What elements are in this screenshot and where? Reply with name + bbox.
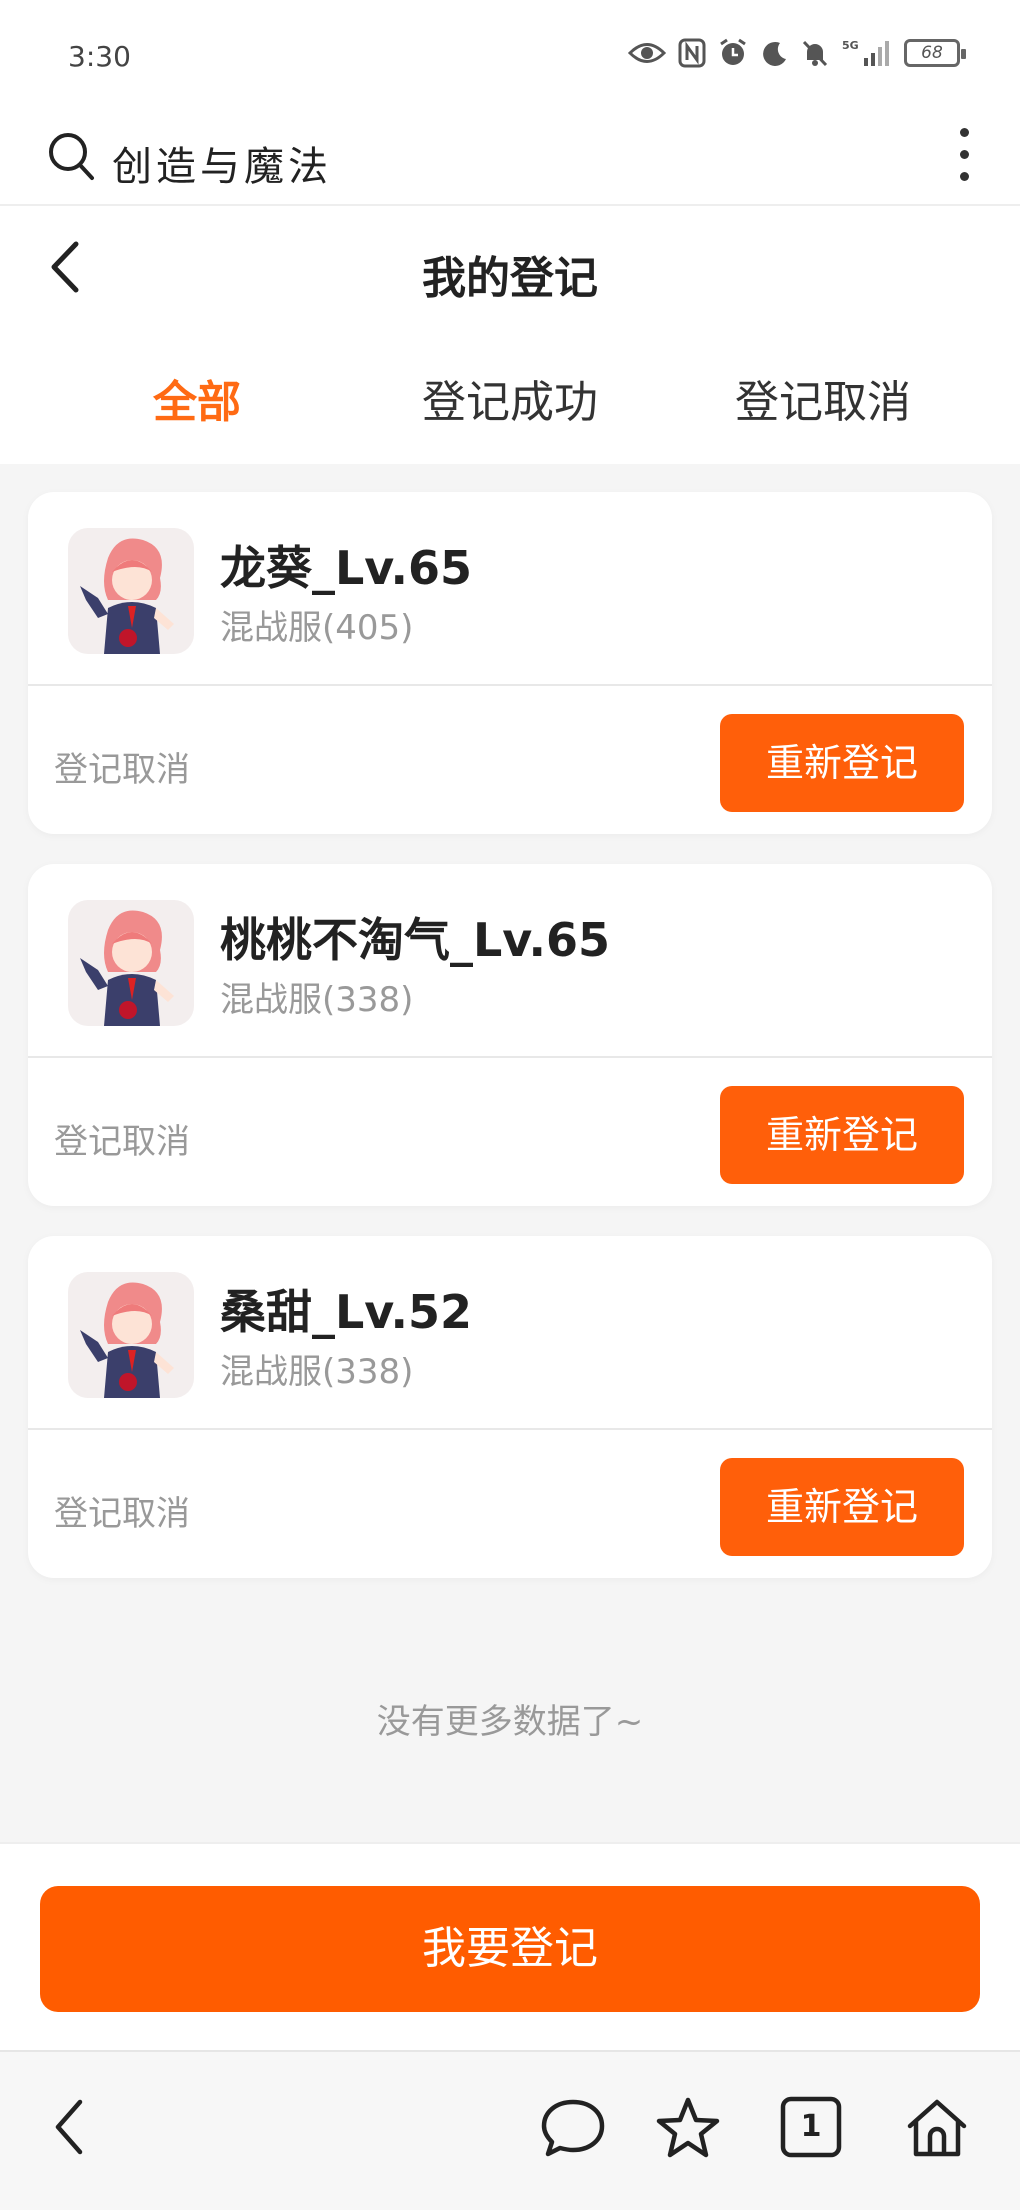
re-register-button[interactable]: 重新登记: [720, 714, 964, 812]
character-avatar: [68, 528, 194, 654]
re-register-button[interactable]: 重新登记: [720, 1458, 964, 1556]
character-name: 桃桃不淘气_Lv.65: [220, 913, 611, 967]
tabs-icon[interactable]: 1: [780, 2096, 842, 2158]
record-status: 登记取消: [54, 750, 190, 790]
server-name: 混战服(338): [220, 980, 414, 1020]
comment-icon[interactable]: [540, 2096, 606, 2160]
search-icon[interactable]: [46, 128, 98, 184]
eye-icon: [628, 43, 666, 63]
tab-count: 1: [800, 2109, 822, 2144]
moon-icon: [763, 41, 786, 66]
re-register-button[interactable]: 重新登记: [720, 1086, 964, 1184]
server-name: 混战服(338): [220, 1352, 414, 1392]
page-header: 我的登记 全部 登记成功 登记取消: [0, 206, 1020, 464]
character-name: 龙葵_Lv.65: [220, 541, 473, 595]
battery-icon: 68: [904, 39, 966, 67]
record-card: 龙葵_Lv.65 混战服(405) 登记取消 重新登记: [28, 492, 992, 834]
back-icon[interactable]: [50, 2096, 90, 2158]
browser-bottom-nav: 1: [0, 2050, 1020, 2210]
character-name: 桑甜_Lv.52: [220, 1285, 473, 1339]
tab-cancelled[interactable]: 登记取消: [666, 366, 980, 430]
divider: [28, 1428, 992, 1430]
search-bar[interactable]: 创造与魔法: [0, 110, 1020, 206]
status-icons: 5G 68: [628, 38, 966, 68]
search-query[interactable]: 创造与魔法: [112, 134, 332, 192]
tab-bar: 全部 登记成功 登记取消: [0, 366, 1020, 446]
alarm-icon: [720, 38, 746, 65]
divider: [28, 684, 992, 686]
status-bar: 3:30 5G 68: [0, 0, 1020, 110]
record-card: 桃桃不淘气_Lv.65 混战服(338) 登记取消 重新登记: [28, 864, 992, 1206]
server-name: 混战服(405): [220, 608, 414, 648]
character-avatar: [68, 1272, 194, 1398]
record-status: 登记取消: [54, 1122, 190, 1162]
svg-text:5G: 5G: [842, 39, 859, 52]
tab-success[interactable]: 登记成功: [353, 366, 667, 430]
signal-5g-icon: 5G: [842, 39, 889, 66]
list-end-text: 没有更多数据了~: [376, 1702, 644, 1742]
star-icon[interactable]: [656, 2096, 720, 2160]
register-button[interactable]: 我要登记: [40, 1886, 980, 2012]
footer: 我要登记: [0, 1842, 1020, 2050]
page-title: 我的登记: [422, 253, 598, 304]
home-icon[interactable]: [904, 2096, 970, 2160]
bell-off-icon: [802, 40, 828, 67]
divider: [28, 1056, 992, 1058]
record-status: 登记取消: [54, 1494, 190, 1534]
character-avatar: [68, 900, 194, 1026]
record-card: 桑甜_Lv.52 混战服(338) 登记取消 重新登记: [28, 1236, 992, 1578]
status-time: 3:30: [68, 40, 131, 73]
nfc-icon: [678, 38, 706, 68]
more-vertical-icon[interactable]: [952, 124, 976, 186]
tab-all[interactable]: 全部: [40, 366, 354, 430]
